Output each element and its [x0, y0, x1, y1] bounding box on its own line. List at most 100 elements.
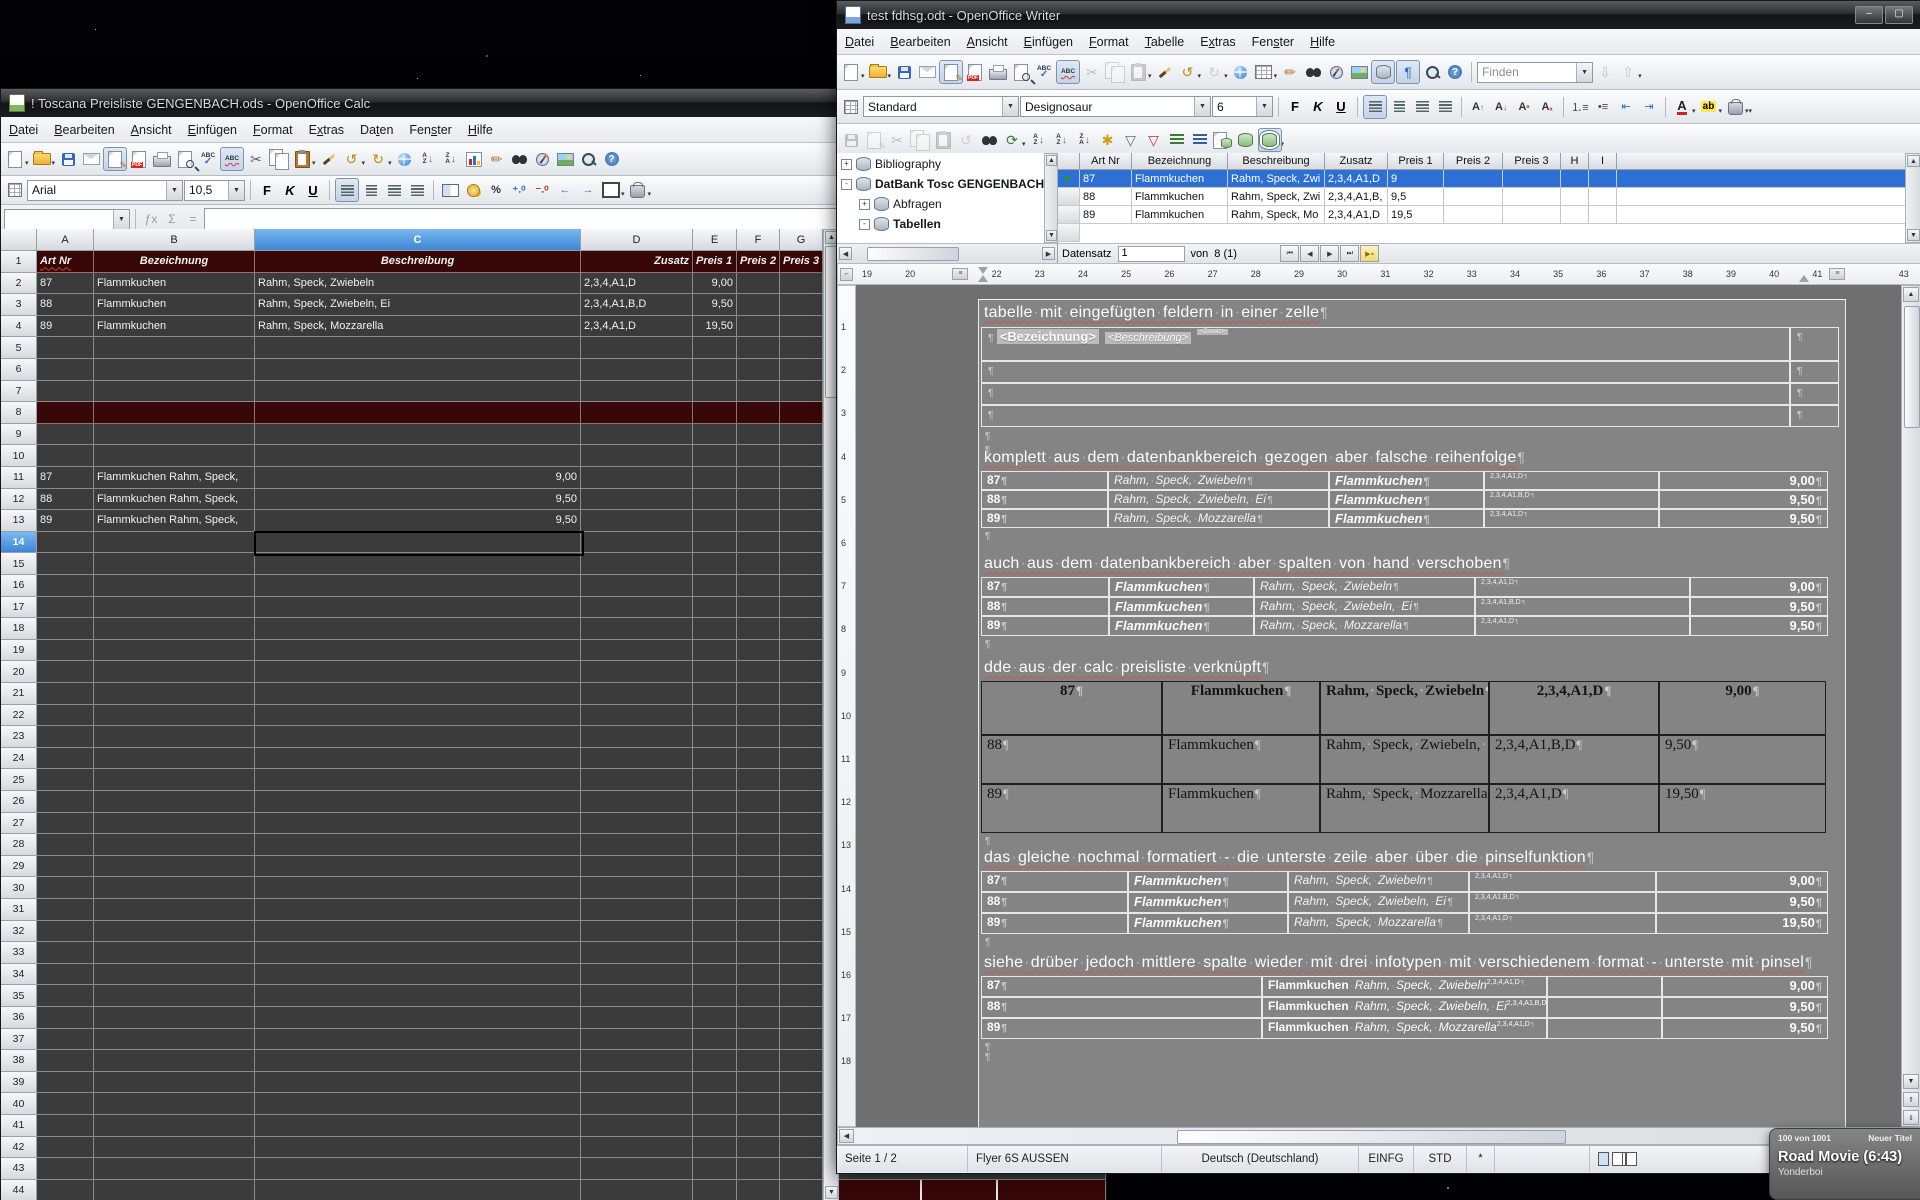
tree-expander[interactable]: -	[841, 179, 852, 190]
formula-icon[interactable]: =	[183, 212, 203, 226]
cell-D36[interactable]	[581, 1007, 693, 1029]
doc-cell[interactable]: 89¶	[981, 509, 1108, 528]
cell-G35[interactable]	[780, 985, 823, 1007]
writer-titlebar[interactable]: test fdhsg.odt - OpenOffice Writer –▢	[837, 1, 1920, 29]
doc-heading[interactable]: dde·aus·der·calc·preisliste·verknüpft¶	[984, 659, 1270, 677]
doc-cell[interactable]: 9,00¶	[1690, 577, 1828, 597]
font-size-select[interactable]: 10,5▼	[184, 180, 245, 201]
align-right-button[interactable]	[1411, 96, 1433, 118]
column-header-F[interactable]: F	[737, 229, 780, 251]
grid-cell[interactable]	[1589, 170, 1617, 188]
cell-F26[interactable]	[737, 791, 780, 813]
cell-F23[interactable]	[737, 726, 780, 748]
doc-cell[interactable]: 88¶	[981, 735, 1162, 784]
cell-D22[interactable]	[581, 705, 693, 727]
cell-C21[interactable]	[255, 683, 581, 705]
cell-B24[interactable]	[94, 748, 255, 770]
cell-C32[interactable]	[255, 921, 581, 943]
cell-G22[interactable]	[780, 705, 823, 727]
doc-cell[interactable]: Flammkuchen¶	[1162, 735, 1320, 784]
cell-G16[interactable]	[780, 575, 823, 597]
cell-D27[interactable]	[581, 813, 693, 835]
row-header-30[interactable]: 30	[1, 877, 37, 899]
cell-E34[interactable]	[693, 964, 737, 986]
doc-cell[interactable]: 9,00¶	[1656, 871, 1828, 892]
status-selection-mode[interactable]: STD	[1414, 1146, 1467, 1172]
next-record-button[interactable]: ▶	[1320, 245, 1339, 262]
cell-D2[interactable]: 2,3,4,A1,D	[581, 273, 693, 295]
doc-cell[interactable]: Flammkuchen¶	[1128, 913, 1288, 934]
cell-A8[interactable]	[37, 402, 94, 424]
doc-cell[interactable]: Flammkuchen¶	[1162, 784, 1320, 833]
cell-E9[interactable]	[693, 424, 737, 446]
cell-G13[interactable]	[780, 510, 823, 532]
cell-E43[interactable]	[693, 1158, 737, 1180]
auto-spellcheck-icon[interactable]: ABC	[1056, 60, 1080, 84]
row-header-1[interactable]: 1	[1, 251, 37, 273]
copy-icon[interactable]	[268, 148, 290, 170]
cell-B5[interactable]	[94, 337, 255, 359]
cell-F35[interactable]	[737, 985, 780, 1007]
cell-C17[interactable]	[255, 597, 581, 619]
document-page[interactable]: tabelle·mit·eingefügten·feldern·in·einer…	[978, 299, 1846, 1127]
cell-B35[interactable]	[94, 985, 255, 1007]
cell-F1[interactable]: Preis 2	[737, 251, 780, 273]
grid-column-preis-1[interactable]: Preis 1	[1388, 153, 1444, 170]
cell-D30[interactable]	[581, 877, 693, 899]
cell-A24[interactable]	[37, 748, 94, 770]
row-header-17[interactable]: 17	[1, 597, 37, 619]
menu-daten[interactable]: Daten	[352, 119, 401, 141]
increase-indent-icon[interactable]: →	[577, 179, 599, 201]
new-document-icon[interactable]	[840, 61, 862, 83]
font-name-select-dropdown[interactable]: ▼	[1194, 97, 1210, 116]
cell-D19[interactable]	[581, 640, 693, 662]
cell-D16[interactable]	[581, 575, 693, 597]
cell-F6[interactable]	[737, 359, 780, 381]
cell-F12[interactable]	[737, 489, 780, 511]
cell-E38[interactable]	[693, 1050, 737, 1072]
cell-A42[interactable]	[37, 1137, 94, 1159]
cell-A15[interactable]	[37, 553, 94, 575]
cell-B15[interactable]	[94, 553, 255, 575]
status-page[interactable]: Seite 1 / 2	[837, 1146, 968, 1172]
cell-E1[interactable]: Preis 1	[693, 251, 737, 273]
cell-C28[interactable]	[255, 834, 581, 856]
minimize-button[interactable]: –	[1855, 6, 1883, 24]
doc-cell[interactable]: 9,00¶	[1659, 471, 1828, 490]
doc-heading[interactable]: auch·aus·dem·datenbankbereich·aber·spalt…	[984, 555, 1510, 573]
cell-C15[interactable]	[255, 553, 581, 575]
cell-E7[interactable]	[693, 381, 737, 403]
cell-F18[interactable]	[737, 618, 780, 640]
cell-F25[interactable]	[737, 769, 780, 791]
sort-icon[interactable]: AZ↓	[1028, 129, 1050, 151]
format-paintbrush-icon[interactable]	[1154, 61, 1176, 83]
page-preview-icon[interactable]	[1010, 61, 1032, 83]
doc-cell[interactable]: 2,3,4,A1,D¶	[1484, 509, 1659, 528]
cell-E26[interactable]	[693, 791, 737, 813]
cell-D10[interactable]	[581, 445, 693, 467]
cell-C38[interactable]	[255, 1050, 581, 1072]
cell-F21[interactable]	[737, 683, 780, 705]
cell-E22[interactable]	[693, 705, 737, 727]
doc-cell[interactable]: Flammkuchen¶	[1329, 490, 1484, 509]
draw-functions-icon[interactable]: ✏	[486, 148, 508, 170]
row-header-38[interactable]: 38	[1, 1050, 37, 1072]
cell-A18[interactable]	[37, 618, 94, 640]
column-header-G[interactable]: G	[780, 229, 823, 251]
tree-expander[interactable]: -	[859, 219, 870, 230]
doc-cell[interactable]: Rahm,·Speck,·Zwiebeln¶	[1108, 471, 1329, 490]
cell-D34[interactable]	[581, 964, 693, 986]
row-header-39[interactable]: 39	[1, 1072, 37, 1094]
cell-C26[interactable]	[255, 791, 581, 813]
cell-G4[interactable]	[780, 316, 823, 338]
hscroll-left-button[interactable]: ◀	[839, 1129, 854, 1143]
cell-D24[interactable]	[581, 748, 693, 770]
redo-icon[interactable]: ↻	[367, 148, 389, 170]
cell-F20[interactable]	[737, 661, 780, 683]
cell-C20[interactable]	[255, 661, 581, 683]
doc-cell[interactable]: 2,3,4,A1,B,D¶	[1475, 597, 1690, 617]
edit-data-icon[interactable]: ✎	[863, 129, 885, 151]
cell-D13[interactable]	[581, 510, 693, 532]
cell-E6[interactable]	[693, 359, 737, 381]
new-record-button[interactable]: ▶٭	[1360, 245, 1379, 262]
